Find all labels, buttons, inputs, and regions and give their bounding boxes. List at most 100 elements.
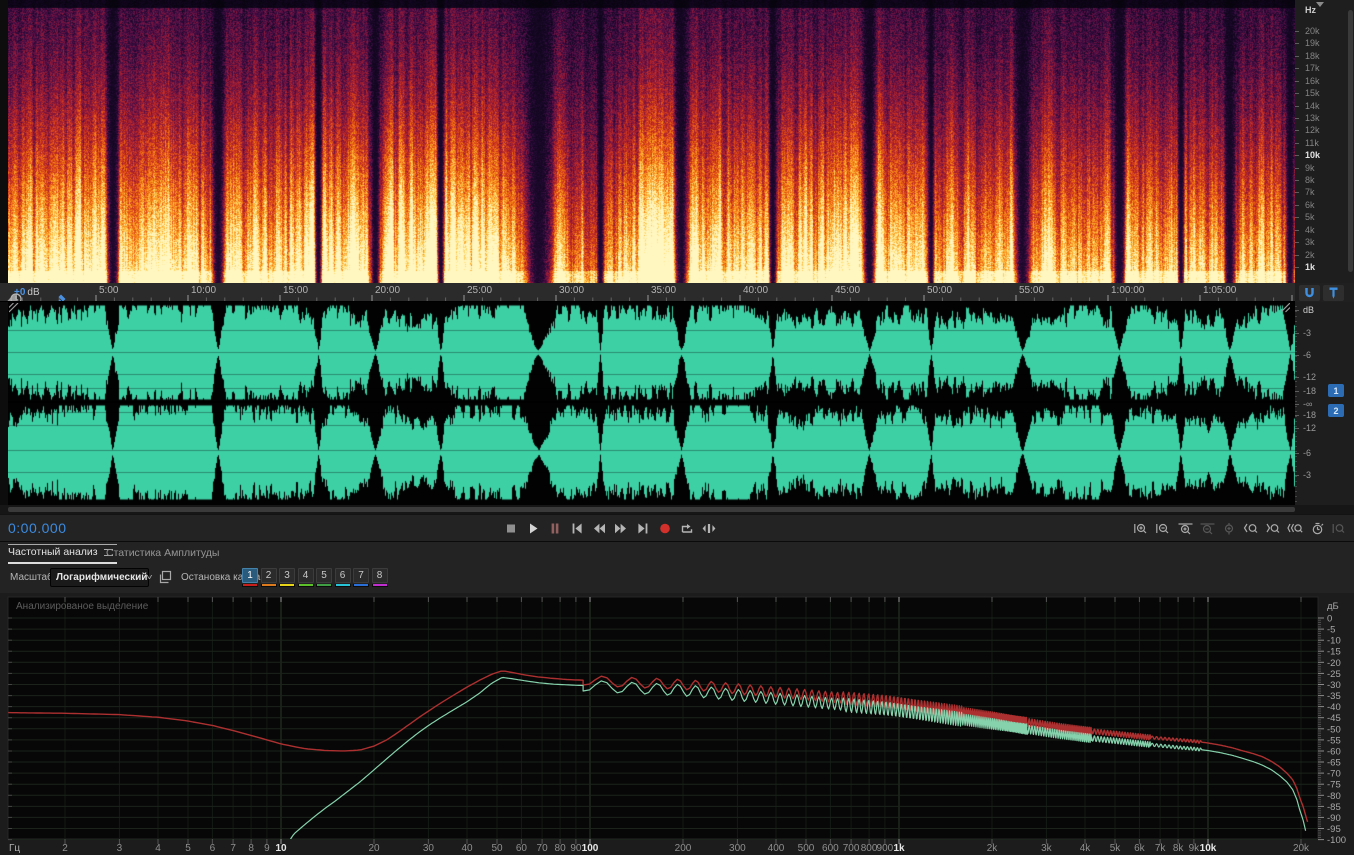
db-minor-tick — [1295, 456, 1297, 457]
zoom-full-icon[interactable] — [1331, 521, 1348, 536]
frame-stop-button-label[interactable]: 8 — [371, 568, 388, 583]
frame-stop-button[interactable]: 2 — [260, 568, 277, 587]
pause-button[interactable] — [547, 521, 563, 536]
svg-text:Анализированое выделение: Анализированое выделение — [16, 601, 149, 612]
time-display[interactable]: 0:00.000 — [8, 520, 67, 536]
freq-tick — [1295, 117, 1299, 119]
frame-stop-button-label[interactable]: 5 — [316, 568, 332, 583]
spectrogram-canvas[interactable] — [8, 0, 1295, 283]
frequency-ruler[interactable]: Hz 20k 19k 18k 17k 16k 15k 14k 13k 12k 11k 10k 9k 8k 7… — [1295, 0, 1354, 283]
svg-text:80: 80 — [555, 843, 567, 854]
skip-playhead-button[interactable] — [701, 521, 717, 536]
svg-text:8: 8 — [248, 843, 254, 854]
spectral-display[interactable] — [8, 0, 1295, 283]
freq-tick-label: 8k — [1305, 175, 1315, 186]
zoom-in-at-in-point-icon[interactable] — [1243, 521, 1260, 536]
zoom-to-selection-width-icon[interactable] — [1287, 521, 1304, 536]
svg-text:5:00: 5:00 — [99, 285, 119, 296]
timeline-ruler[interactable]: 5:00 10:00 15:00 20:00 25:00 30:00 35:00 40:00 4… — [0, 283, 1295, 302]
zoom-vertical-icon[interactable] — [1221, 521, 1238, 536]
svg-text:-60: -60 — [1327, 747, 1341, 758]
rewind-button[interactable] — [591, 521, 607, 536]
svg-text:400: 400 — [768, 843, 785, 854]
zoom-in-horizontal-icon[interactable] — [1133, 521, 1150, 536]
frequency-analysis-chart[interactable]: 2 3 4 5 6 7 8 9 10 20 30 40 50 60 70 80 90 100 200 300 400 50… — [0, 593, 1354, 855]
frame-stop-button[interactable]: 4 — [297, 568, 314, 587]
freq-tick — [1295, 130, 1299, 132]
frame-stop-button[interactable]: 7 — [353, 568, 369, 587]
channel-2-button[interactable]: 2 — [1328, 404, 1344, 417]
svg-text:700: 700 — [843, 843, 860, 854]
analysis-controls: Масштаб: Логарифмический ˅ Остановка кад… — [0, 564, 1354, 593]
frame-stop-button[interactable]: 1 — [242, 568, 258, 587]
svg-text:10k: 10k — [1200, 843, 1217, 854]
db-minor-tick — [1295, 386, 1297, 387]
zoom-out-horizontal-icon[interactable] — [1155, 521, 1172, 536]
db-tick — [1295, 333, 1299, 334]
svg-text:-55: -55 — [1327, 735, 1341, 746]
skip-to-start-button[interactable] — [569, 521, 585, 536]
tab-label: Частотный анализ — [8, 546, 98, 558]
db-tick — [1295, 475, 1299, 476]
reset-zoom-icon[interactable] — [1309, 521, 1326, 536]
timeline-ticks: 5:00 10:00 15:00 20:00 25:00 30:00 35:00 40:00 4… — [21, 285, 1293, 301]
corner-handle-top-right-icon[interactable] — [1280, 303, 1290, 313]
frame-stop-button[interactable]: 5 — [316, 568, 332, 587]
db-minor-tick — [1295, 491, 1297, 492]
corner-handle-top-left-icon[interactable] — [9, 303, 19, 313]
frame-stop-button[interactable]: 6 — [334, 568, 351, 587]
zoom-out-selection-icon[interactable] — [1199, 521, 1216, 536]
svg-text:-30: -30 — [1327, 680, 1341, 691]
db-minor-tick — [1295, 346, 1297, 347]
waveform-canvas[interactable] — [8, 302, 1295, 505]
tab-label: Статистика Амплитуды — [106, 547, 220, 559]
freq-tick-label: 12k — [1305, 125, 1320, 136]
svg-text:-80: -80 — [1327, 791, 1341, 802]
frame-stop-button-label[interactable]: 3 — [279, 568, 295, 583]
zoom-to-selection-icon[interactable] — [1177, 521, 1194, 536]
db-tick-label: -6 — [1303, 350, 1312, 360]
horizontal-scrollbar[interactable] — [0, 505, 1354, 514]
svg-text:-10: -10 — [1327, 636, 1341, 647]
svg-text:5: 5 — [185, 843, 191, 854]
ruler-menu-triangle-icon[interactable] — [1316, 2, 1324, 7]
stop-button[interactable] — [503, 521, 519, 536]
svg-text:-85: -85 — [1327, 802, 1341, 813]
frame-stop-button-label[interactable]: 2 — [260, 568, 277, 583]
frame-stop-button[interactable]: 8 — [371, 568, 388, 587]
record-button[interactable] — [657, 521, 673, 536]
vertical-scrollbar[interactable] — [1348, 10, 1353, 272]
loop-playback-button[interactable] — [679, 521, 695, 536]
scrollbar-thumb[interactable] — [8, 507, 1295, 512]
freq-tick-label: 18k — [1305, 50, 1320, 61]
frame-stop-button-label[interactable]: 1 — [242, 568, 258, 583]
zoom-in-at-out-point-icon[interactable] — [1265, 521, 1282, 536]
freq-tick — [1295, 266, 1299, 268]
db-tick-label: -∞ — [1303, 399, 1313, 409]
amplitude-ruler[interactable]: 1 2 dB -3 -6 -12 -18 -∞ -18 -12 -6 -3 — [1295, 302, 1354, 505]
play-button[interactable] — [525, 521, 541, 536]
svg-text:2k: 2k — [987, 843, 999, 854]
freq-tick-label: 3k — [1305, 237, 1315, 248]
tab-amplitude-statistics[interactable]: Статистика Амплитуды — [106, 542, 219, 564]
db-tick-label: -18 — [1303, 386, 1317, 396]
tab-frequency-analysis[interactable]: Частотный анализ — [8, 542, 117, 564]
fast-forward-button[interactable] — [613, 521, 629, 536]
frame-stop-button[interactable]: 3 — [279, 568, 295, 587]
frame-stop-color-bar — [297, 584, 314, 587]
frame-stop-button-label[interactable]: 4 — [297, 568, 314, 583]
db-tick-label: dB — [1303, 305, 1315, 315]
waveform-display[interactable] — [8, 302, 1295, 505]
frame-stop-button-label[interactable]: 6 — [334, 568, 351, 583]
frame-stop-buttons: 12345678 — [242, 568, 388, 587]
marker-icon[interactable] — [1323, 284, 1344, 301]
svg-text:90: 90 — [570, 843, 582, 854]
magnet-snap-icon[interactable] — [1299, 284, 1320, 301]
channel-1-button[interactable]: 1 — [1328, 384, 1344, 397]
freq-tick — [1295, 93, 1299, 95]
scale-dropdown[interactable]: Логарифмический ˅ — [50, 568, 153, 587]
panel-tabs: Частотный анализ Статистика Амплитуды — [0, 541, 1354, 564]
frame-stop-button-label[interactable]: 7 — [353, 568, 369, 583]
db-minor-tick — [1295, 441, 1297, 442]
skip-to-end-button[interactable] — [635, 521, 651, 536]
